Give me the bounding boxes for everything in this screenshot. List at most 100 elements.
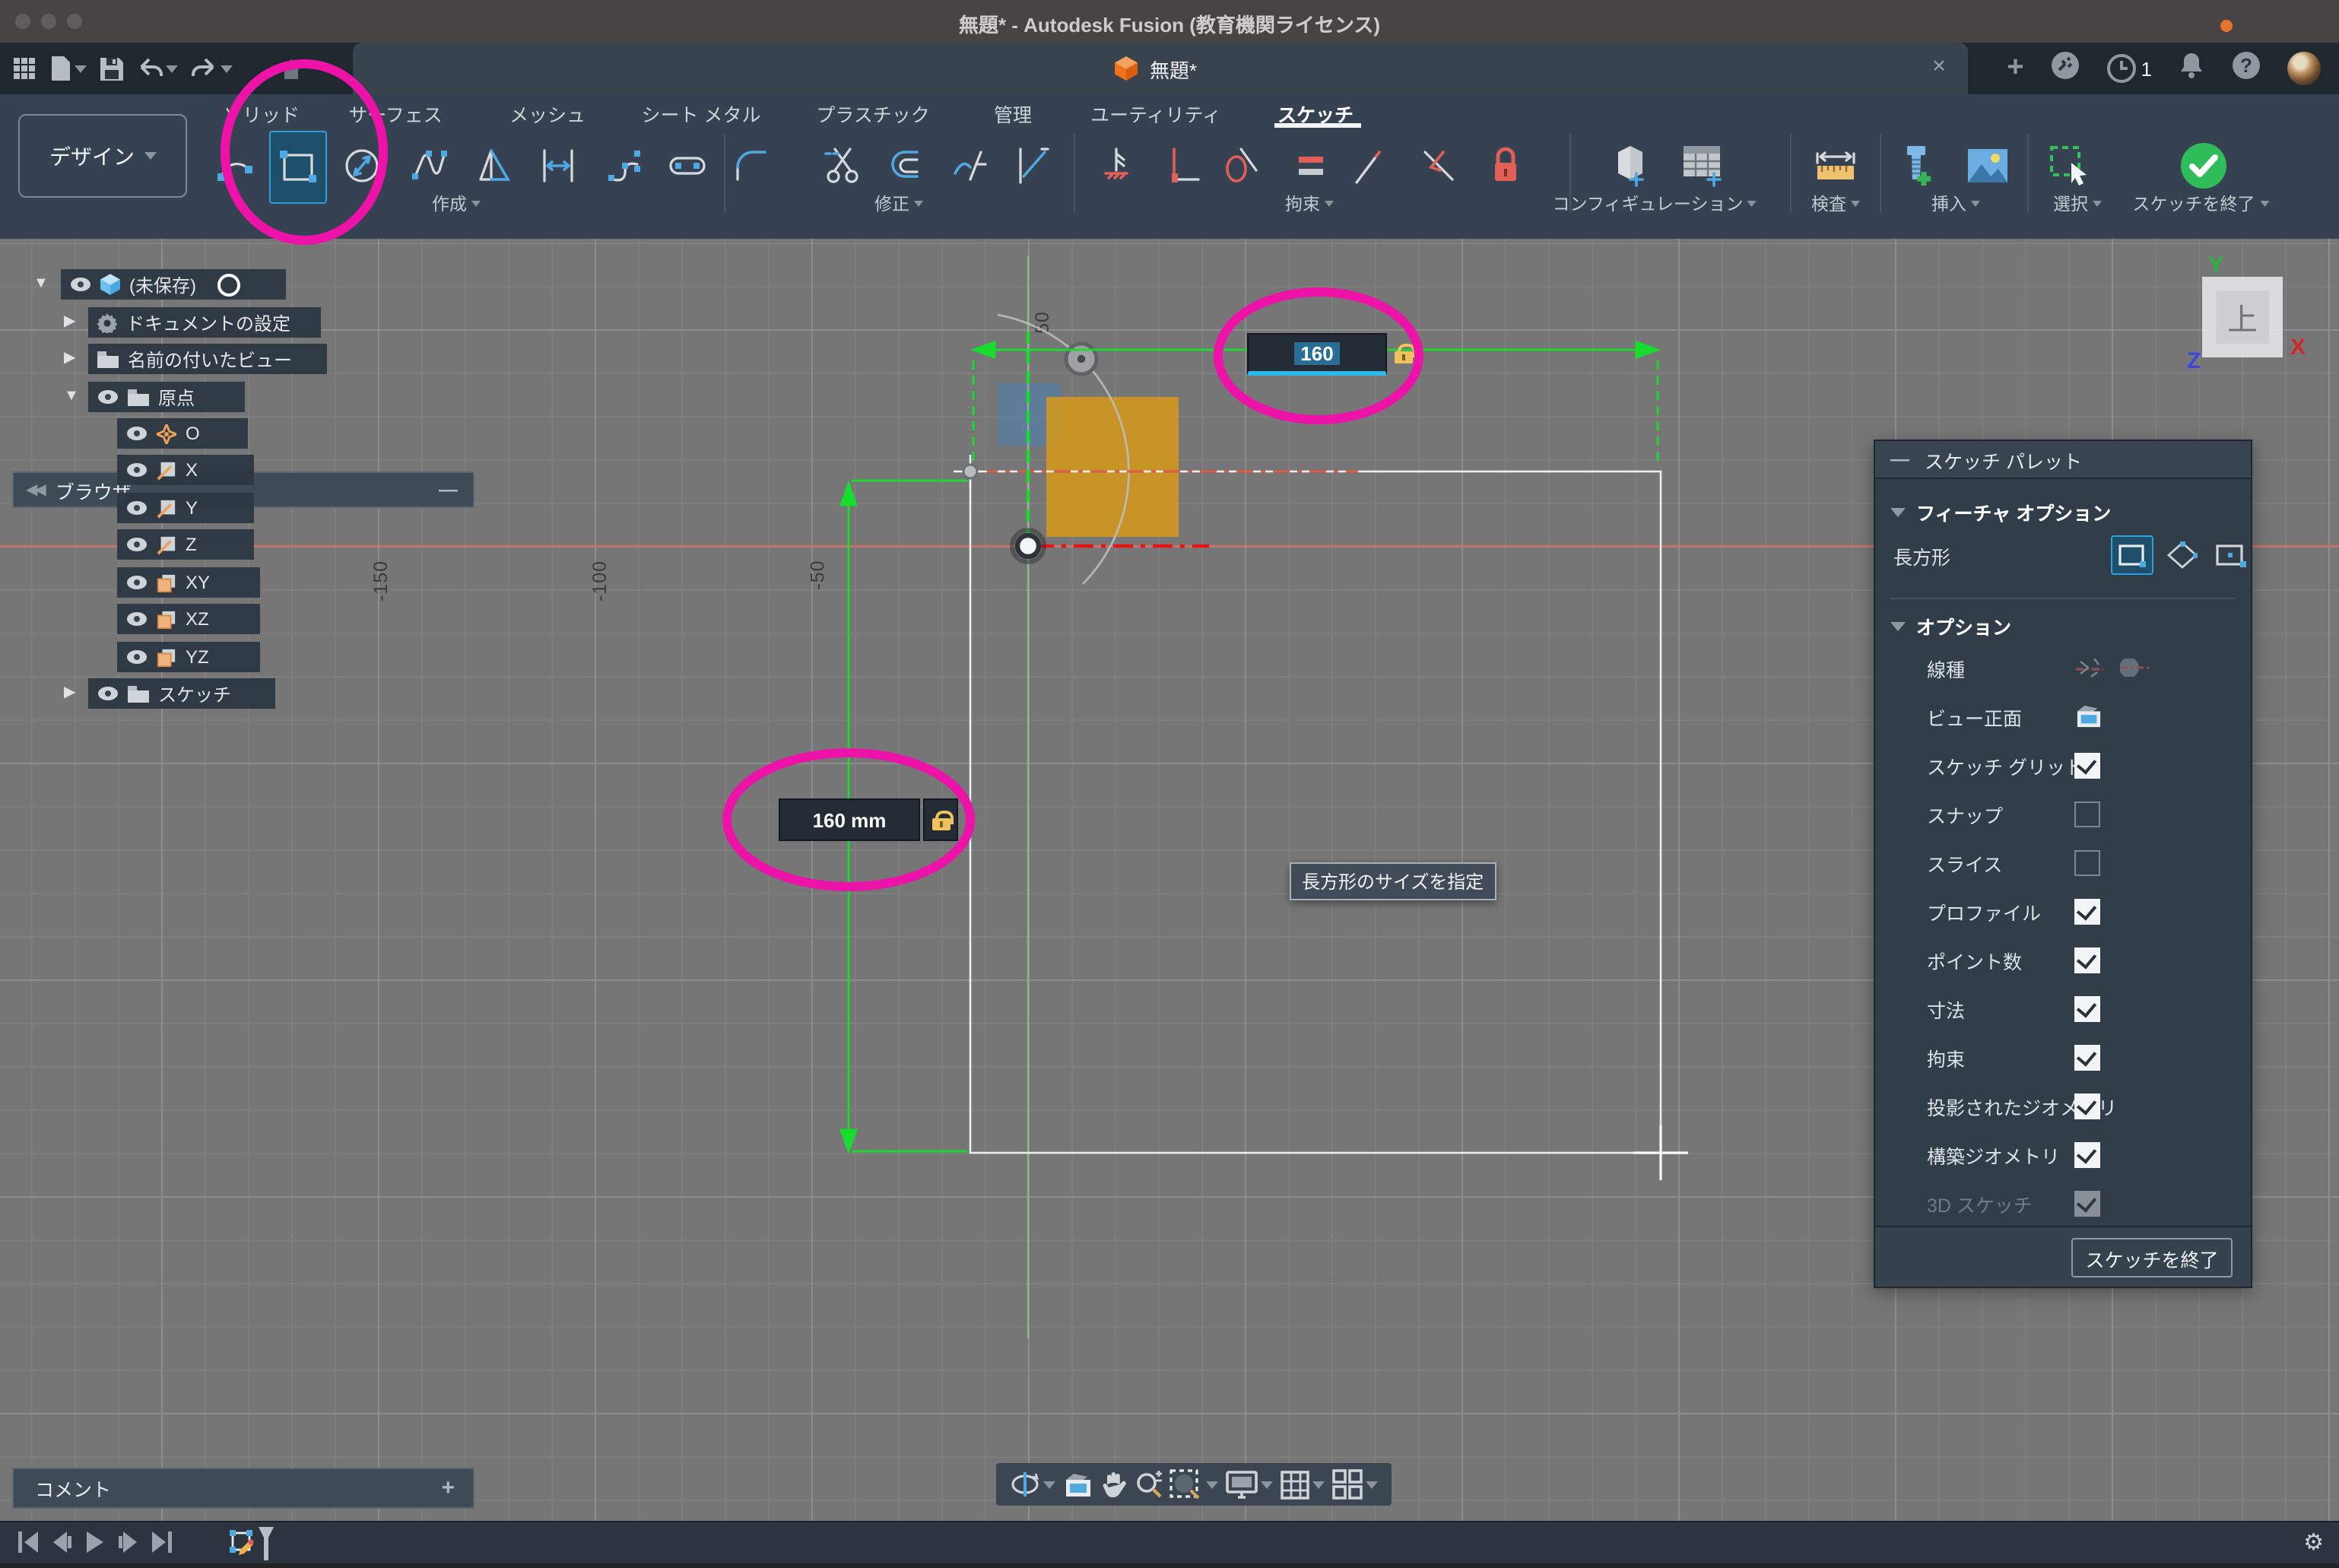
group-constraints[interactable]: 拘束 [1285,192,1334,216]
sketches-folder-label[interactable]: スケッチ [158,681,231,706]
document-tab[interactable]: 無題* × [353,43,1968,94]
insert-image-tool[interactable] [1960,131,2015,201]
view-cube[interactable]: 上 [2202,277,2283,357]
xy-plane-label[interactable]: XY [186,572,210,593]
document-settings-label[interactable]: ドキュメントの設定 [126,309,290,335]
zoom-window-caret-icon[interactable] [1207,1481,1219,1488]
projected-geometry-checkbox[interactable] [2074,1093,2100,1119]
height-dimension-input[interactable]: 160 mm [779,798,920,841]
construction-line-icon[interactable] [2074,655,2108,680]
tree-item-y-axis[interactable]: Y [117,493,254,523]
y-axis-label[interactable]: Y [186,497,198,519]
eye-icon[interactable] [126,426,148,441]
group-modify[interactable]: 修正 [874,192,923,216]
group-configuration[interactable]: コンフィギュレーション [1553,192,1757,216]
settings-gear-icon[interactable]: ⚙ [2303,1528,2324,1556]
close-tab-icon[interactable]: × [1925,53,1953,79]
radio-badge-icon[interactable] [217,273,240,296]
perpendicular-constraint[interactable] [1156,131,1211,201]
look-at-view-icon[interactable] [2074,704,2103,728]
yz-plane-label[interactable]: YZ [186,646,209,668]
configuration-table-tool[interactable] [1676,131,1731,201]
go-to-end-button[interactable] [152,1531,172,1553]
tree-item-x-axis[interactable]: X [117,455,254,485]
sketch-grid-checkbox[interactable] [2074,752,2100,778]
zoom-window-tool[interactable] [1170,1469,1219,1500]
finish-sketch-button[interactable] [2176,131,2231,201]
help-icon[interactable]: ? [2231,49,2261,87]
tree-item-document[interactable]: (未保存) [61,269,286,300]
group-insert[interactable]: 挿入 [1931,192,1980,216]
eye-icon[interactable] [126,537,148,552]
group-finish-sketch[interactable]: スケッチを終了 [2133,192,2269,216]
eye-icon[interactable] [126,649,148,665]
tree-item-xz-plane[interactable]: XZ [117,604,260,634]
notifications-bell-icon[interactable] [2178,50,2205,87]
sketch-rectangle[interactable] [970,471,1661,1153]
chevron-right-icon[interactable]: ▶ [64,315,79,330]
grid-settings-tool[interactable] [1281,1470,1325,1499]
options-section[interactable]: オプション [1890,611,2011,640]
go-to-start-button[interactable] [18,1531,38,1553]
profile-checkbox[interactable] [2074,898,2100,924]
polygon-tool[interactable] [468,131,523,201]
z-axis-label[interactable]: Z [186,534,197,555]
dimensions-checkbox[interactable] [2074,995,2100,1021]
eye-icon[interactable] [126,611,148,627]
file-menu-button[interactable] [50,56,87,81]
tab-surface[interactable]: サーフェス [348,99,443,128]
dimension-tool[interactable] [531,131,586,201]
finish-sketch-palette-button[interactable]: スケッチを終了 [2071,1238,2233,1278]
origin-o-label[interactable]: O [186,423,200,444]
extend-tool[interactable] [1004,131,1058,201]
slice-checkbox[interactable] [2074,849,2100,875]
rect-3point-icon[interactable] [2211,537,2251,573]
tab-solid[interactable]: ソリッド [224,99,300,128]
origin-point[interactable] [1017,535,1039,557]
app-grid-icon[interactable] [12,56,36,81]
lock-constraint[interactable] [1478,131,1533,201]
tab-manage[interactable]: 管理 [994,99,1032,128]
orbit-caret-icon[interactable] [1043,1481,1055,1488]
fillet-tool[interactable] [724,131,779,201]
view-cube-face-top[interactable]: 上 [2216,290,2269,344]
redo-button[interactable] [192,58,233,79]
tree-item-z-axis[interactable]: Z [117,529,254,560]
parallel-constraint[interactable] [1341,131,1396,201]
workspace-selector[interactable]: デザイン [18,114,187,198]
look-at-tool[interactable] [1063,1471,1093,1497]
circle-tool[interactable] [335,131,389,201]
minimize-palette-icon[interactable]: — [1890,449,1909,470]
play-button[interactable] [85,1531,105,1553]
spline-tool[interactable] [403,131,458,201]
avatar[interactable] [2287,52,2321,85]
comments-bar[interactable]: コメント + [12,1468,474,1509]
chevron-down-icon[interactable]: ▼ [64,389,79,405]
section-collapse-icon[interactable] [1890,621,1906,630]
tab-utilities[interactable]: ユーティリティ [1090,99,1221,128]
grid-caret-icon[interactable] [1312,1481,1325,1488]
rect-center-icon[interactable] [2163,537,2202,573]
select-tool[interactable] [2042,131,2097,201]
construction-geometry-checkbox[interactable] [2074,1141,2100,1167]
new-tab-button[interactable]: + [2007,52,2023,85]
viewport-canvas[interactable]: -150 -100 -50 50 [0,239,2339,1521]
configure-box-tool[interactable] [1606,131,1661,201]
display-caret-icon[interactable] [1262,1481,1274,1488]
constraints-checkbox[interactable] [2074,1044,2100,1070]
symmetry-constraint[interactable] [1411,131,1466,201]
chevron-right-icon[interactable]: ▶ [64,686,79,701]
eye-icon[interactable] [126,500,148,516]
display-settings-tool[interactable] [1227,1470,1274,1499]
pan-tool[interactable] [1100,1471,1126,1498]
width-lock-icon[interactable] [1388,336,1419,370]
section-collapse-icon[interactable] [1890,507,1906,516]
minimize-panel-icon[interactable]: — [439,479,458,500]
group-create[interactable]: 作成 [432,192,481,216]
viewports-tool[interactable] [1332,1469,1378,1500]
points-checkbox[interactable] [2074,947,2100,973]
group-select[interactable]: 選択 [2053,192,2102,216]
xz-plane-label[interactable]: XZ [186,608,209,630]
chevron-right-icon[interactable]: ▶ [64,351,79,367]
tree-item-document-settings[interactable]: ドキュメントの設定 [88,307,321,338]
